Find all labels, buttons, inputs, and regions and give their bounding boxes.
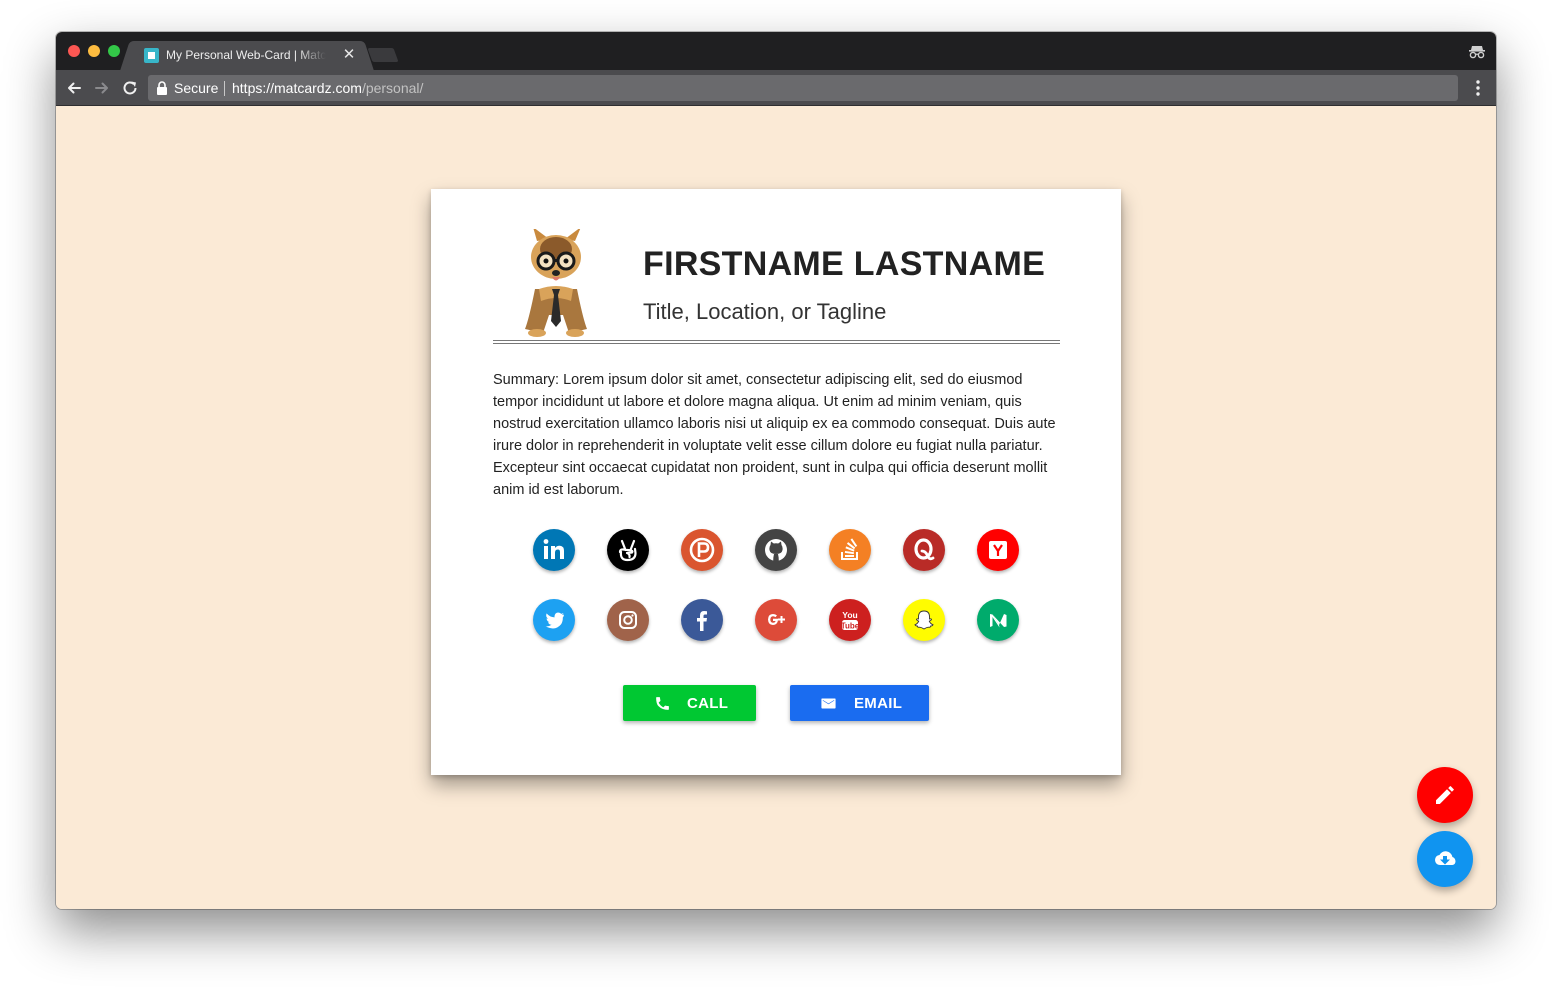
producthunt-icon[interactable] <box>681 529 723 571</box>
zoom-window-button[interactable] <box>108 45 120 57</box>
page-viewport: FIRSTNAME LASTNAME Title, Location, or T… <box>56 106 1496 909</box>
secure-label: Secure <box>174 80 219 96</box>
tagline: Title, Location, or Tagline <box>643 299 887 324</box>
social-links-row-2: You Tube <box>533 599 1019 641</box>
phone-icon <box>656 697 669 710</box>
url-path: /personal/ <box>361 80 424 96</box>
instagram-icon[interactable] <box>607 599 649 641</box>
twitter-icon[interactable] <box>533 599 575 641</box>
new-tab-button[interactable] <box>367 48 399 62</box>
stackoverflow-icon[interactable] <box>829 529 871 571</box>
full-name: FIRSTNAME LASTNAME <box>643 245 1046 283</box>
snapchat-icon[interactable] <box>903 599 945 641</box>
summary-text: Summary: Lorem ipsum dolor sit amet, con… <box>493 372 1056 498</box>
tab-close-icon[interactable]: ✕ <box>341 45 357 65</box>
close-window-button[interactable] <box>68 45 80 57</box>
reload-icon[interactable] <box>119 77 141 99</box>
address-bar[interactable]: Secure https://matcardz.com/personal/ <box>148 75 1458 101</box>
edit-fab-button[interactable] <box>1417 767 1473 823</box>
call-button[interactable]: CALL <box>623 685 756 721</box>
quora-icon[interactable] <box>903 529 945 571</box>
svg-text:Tube: Tube <box>841 621 860 630</box>
linkedin-icon[interactable] <box>533 529 575 571</box>
favicon-icon <box>144 48 159 63</box>
tab-title: My Personal Web-Card | Matcardz <box>166 48 326 62</box>
social-links-row-1 <box>533 529 1019 571</box>
web-card: FIRSTNAME LASTNAME Title, Location, or T… <box>431 189 1121 775</box>
avatar-dog-image <box>525 229 587 337</box>
forward-icon[interactable] <box>91 77 113 99</box>
hackernews-icon[interactable] <box>977 529 1019 571</box>
youtube-icon[interactable]: You Tube <box>829 599 871 641</box>
googleplus-icon[interactable] <box>755 599 797 641</box>
url-text: https://matcardz.com/personal/ <box>232 80 423 96</box>
email-button-label: EMAIL <box>854 695 903 712</box>
svg-text:You: You <box>842 610 857 620</box>
browser-toolbar: Secure https://matcardz.com/personal/ <box>56 70 1496 106</box>
medium-icon[interactable] <box>977 599 1019 641</box>
url-host: https://matcardz.com <box>232 80 362 96</box>
tab-personal-web-card[interactable]: My Personal Web-Card | Matcardz ✕ <box>132 41 362 70</box>
minimize-window-button[interactable] <box>88 45 100 57</box>
url-separator <box>224 81 225 96</box>
mail-icon <box>821 698 836 709</box>
call-button-label: CALL <box>687 695 729 712</box>
back-icon[interactable] <box>63 77 85 99</box>
tab-bar: My Personal Web-Card | Matcardz ✕ <box>56 32 1496 70</box>
header-divider <box>493 340 1060 344</box>
browser-menu-icon[interactable] <box>1470 77 1486 99</box>
browser-window: My Personal Web-Card | Matcardz ✕ Secure… <box>56 32 1496 909</box>
download-fab-button[interactable] <box>1417 831 1473 887</box>
pencil-icon <box>1436 786 1454 804</box>
github-icon[interactable] <box>755 529 797 571</box>
incognito-icon <box>1469 46 1485 59</box>
lock-icon <box>157 81 167 95</box>
angellist-icon[interactable] <box>607 529 649 571</box>
email-button[interactable]: EMAIL <box>790 685 929 721</box>
facebook-icon[interactable] <box>681 599 723 641</box>
cloud-download-icon <box>1435 851 1456 865</box>
